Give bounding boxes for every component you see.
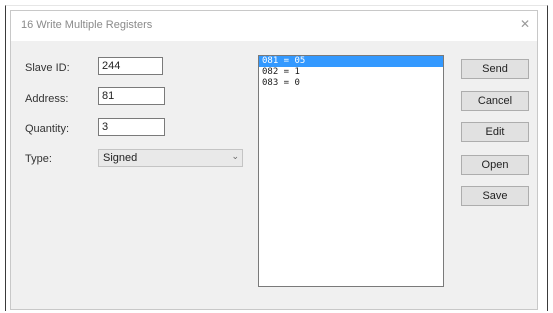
register-list-item[interactable]: 081 = 05: [259, 56, 443, 67]
type-select[interactable]: Signed ⌄: [98, 149, 243, 167]
slave-id-label: Slave ID:: [25, 62, 70, 74]
quantity-label: Quantity:: [25, 123, 70, 135]
dialog-window: 16 Write Multiple Registers ✕ Slave ID: …: [10, 10, 538, 310]
edit-button[interactable]: Edit: [461, 122, 529, 142]
register-listbox[interactable]: 081 = 05 082 = 1 083 = 0: [258, 55, 444, 287]
address-field[interactable]: 81: [98, 87, 165, 105]
quantity-field[interactable]: 3: [98, 118, 165, 136]
cancel-button[interactable]: Cancel: [461, 91, 529, 111]
close-icon[interactable]: ✕: [517, 17, 533, 31]
type-select-value: Signed: [103, 152, 138, 164]
open-button[interactable]: Open: [461, 155, 529, 175]
chevron-down-icon[interactable]: ⌄: [231, 151, 239, 162]
register-list-item[interactable]: 082 = 1: [259, 67, 443, 78]
window-title: 16 Write Multiple Registers: [21, 19, 153, 31]
type-label: Type:: [25, 153, 52, 165]
address-label: Address:: [25, 93, 69, 105]
register-list-item[interactable]: 083 = 0: [259, 78, 443, 89]
slave-id-field[interactable]: 244: [98, 57, 163, 75]
title-bar[interactable]: 16 Write Multiple Registers ✕: [11, 11, 537, 41]
send-button[interactable]: Send: [461, 59, 529, 79]
save-button[interactable]: Save: [461, 186, 529, 206]
